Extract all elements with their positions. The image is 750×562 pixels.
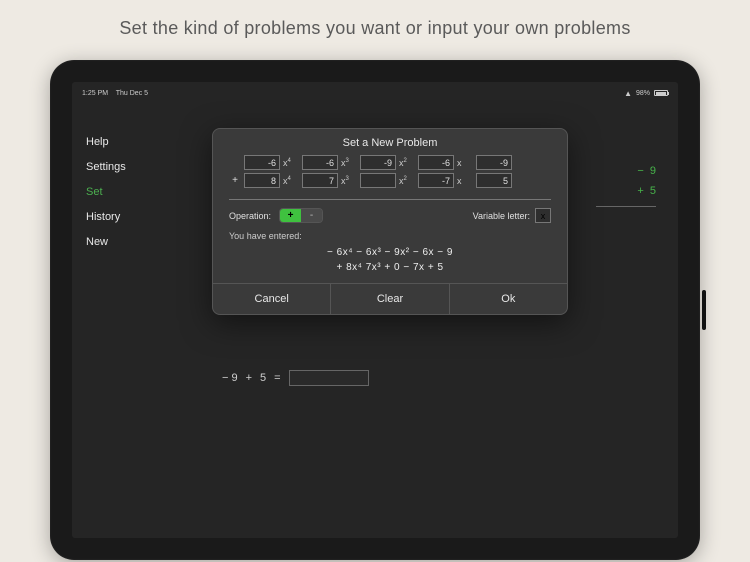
operation-row: Operation: + - Variable letter:: [213, 208, 567, 231]
bg-sign2: +: [637, 185, 643, 197]
wifi-icon: ▲: [624, 89, 632, 98]
lbl2-x1: x: [457, 176, 469, 186]
entered-section: You have entered: − 6x⁴ − 6x³ − 9x² − 6x…: [213, 231, 567, 283]
lbl-x3: x3: [341, 158, 353, 168]
variable-letter-input[interactable]: [535, 208, 551, 223]
entered-poly-2: + 8x⁴ 7x³ + 0 − 7x + 5: [229, 260, 551, 275]
set-problem-dialog: Set a New Problem x4 x3 x2 x + x4 x3 x2 …: [212, 128, 568, 315]
bg-bottom-left: − 9: [222, 372, 238, 384]
coef-r2-const[interactable]: [476, 173, 512, 188]
row2-lead: +: [229, 175, 241, 186]
bg-rule: [596, 206, 656, 207]
bg-bottom-plus: +: [246, 372, 252, 384]
status-date: Thu Dec 5: [116, 90, 148, 97]
coef-r2-x1[interactable]: [418, 173, 454, 188]
clear-button[interactable]: Clear: [330, 284, 448, 314]
variable-letter-label: Variable letter:: [473, 211, 530, 221]
status-time: 1:25 PM: [82, 90, 108, 97]
lbl-x1: x: [457, 158, 469, 168]
status-bar: 1:25 PM Thu Dec 5 ▲ 98%: [72, 86, 678, 100]
coef-r1-x1[interactable]: [418, 155, 454, 170]
coef-r2-x3[interactable]: [302, 173, 338, 188]
entered-poly-1: − 6x⁴ − 6x³ − 9x² − 6x − 9: [229, 245, 551, 260]
entered-label: You have entered:: [229, 231, 551, 241]
coef-r2-x2[interactable]: [360, 173, 396, 188]
coeff-row-1: x4 x3 x2 x: [229, 155, 551, 170]
bg-val1: 9: [650, 165, 656, 177]
coef-r1-const[interactable]: [476, 155, 512, 170]
operation-toggle[interactable]: + -: [279, 208, 323, 223]
bg-bottom-eq: =: [274, 372, 280, 384]
nav-help[interactable]: Help: [86, 136, 126, 148]
screen: 1:25 PM Thu Dec 5 ▲ 98% Help Settings Se…: [72, 82, 678, 538]
coef-r1-x3[interactable]: [302, 155, 338, 170]
side-button: [702, 290, 706, 330]
operation-label: Operation:: [229, 211, 271, 221]
background-equation-bottom: − 9 + 5 =: [222, 370, 369, 386]
status-right: ▲ 98%: [624, 89, 668, 98]
nav-new[interactable]: New: [86, 236, 126, 248]
coef-r1-x2[interactable]: [360, 155, 396, 170]
ok-button[interactable]: Ok: [449, 284, 567, 314]
nav-history[interactable]: History: [86, 211, 126, 223]
dialog-buttons: Cancel Clear Ok: [213, 283, 567, 314]
marketing-caption: Set the kind of problems you want or inp…: [0, 0, 750, 53]
lbl-x4: x4: [283, 158, 295, 168]
lbl-x2: x2: [399, 158, 411, 168]
bg-sign1: −: [637, 165, 643, 177]
battery-pct: 98%: [636, 90, 650, 97]
coef-r2-x4[interactable]: [244, 173, 280, 188]
lbl2-x3: x3: [341, 176, 353, 186]
status-time-date: 1:25 PM Thu Dec 5: [82, 90, 148, 97]
nav-settings[interactable]: Settings: [86, 161, 126, 173]
nav-set[interactable]: Set: [86, 186, 126, 198]
bg-val2: 5: [650, 185, 656, 197]
tablet-frame: 1:25 PM Thu Dec 5 ▲ 98% Help Settings Se…: [50, 60, 700, 560]
bg-bottom-right: 5: [260, 372, 266, 384]
toggle-minus[interactable]: -: [301, 209, 322, 222]
answer-input[interactable]: [289, 370, 369, 386]
background-problem-right: − 9 + 5: [596, 162, 656, 207]
coefficient-grid: x4 x3 x2 x + x4 x3 x2 x: [213, 155, 567, 197]
cancel-button[interactable]: Cancel: [213, 284, 330, 314]
battery-icon: [654, 90, 668, 96]
lbl2-x2: x2: [399, 176, 411, 186]
lbl2-x4: x4: [283, 176, 295, 186]
dialog-title: Set a New Problem: [213, 129, 567, 155]
dialog-divider-1: [229, 199, 551, 200]
sidebar-nav: Help Settings Set History New: [86, 136, 126, 248]
toggle-plus[interactable]: +: [280, 209, 301, 222]
coef-r1-x4[interactable]: [244, 155, 280, 170]
coeff-row-2: + x4 x3 x2 x: [229, 173, 551, 188]
